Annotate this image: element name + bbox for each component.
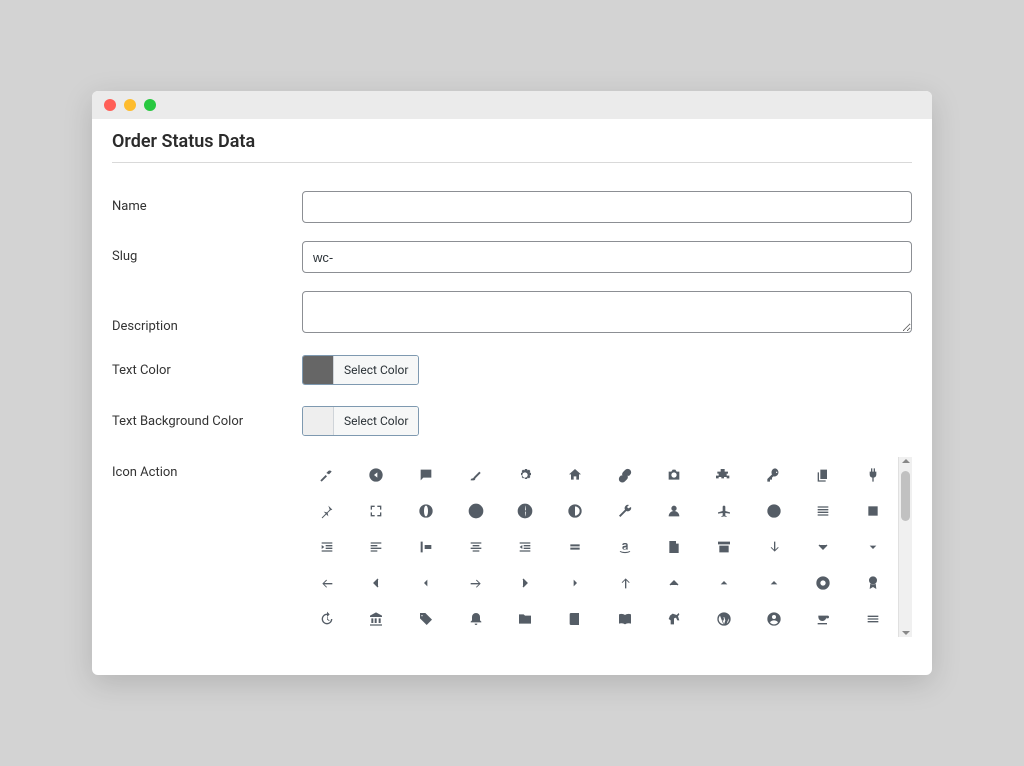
folder-icon[interactable] [501,601,551,637]
globe-icon[interactable] [550,493,600,529]
institution-icon[interactable] [352,601,402,637]
circle-left-icon[interactable] [352,457,402,493]
arrow-down-icon[interactable] [749,529,799,565]
scroll-up-icon[interactable] [902,459,910,463]
history-icon[interactable] [302,601,352,637]
hammer-icon[interactable] [302,457,352,493]
pin-icon[interactable] [302,493,352,529]
equals-icon[interactable] [550,529,600,565]
app-window: Order Status Data Name Slug Description … [92,91,932,675]
copy-icon[interactable] [799,457,849,493]
comment-icon[interactable] [401,457,451,493]
globe-solid-icon[interactable] [401,493,451,529]
outdent-icon[interactable] [501,529,551,565]
user-icon[interactable] [650,493,700,529]
burger-icon[interactable] [848,601,898,637]
text-color-button[interactable]: Select Color [333,356,418,384]
bell-icon[interactable] [451,601,501,637]
page-icon[interactable] [650,529,700,565]
page-title: Order Status Data [112,131,912,163]
row-text-bg-color: Text Background Color Select Color [112,406,912,439]
content-area: Order Status Data Name Slug Description … [92,119,932,675]
arrow-up-icon[interactable] [600,565,650,601]
label-description: Description [112,291,302,334]
name-input[interactable] [302,191,912,223]
row-description: Description [112,291,912,337]
row-slug: Slug [112,241,912,273]
chevron-up-icon[interactable] [650,565,700,601]
row-icon-action: Icon Action [112,457,912,637]
award-icon[interactable] [848,565,898,601]
icon-scrollbar[interactable] [898,457,912,637]
label-text-color: Text Color [112,355,302,378]
camera-icon[interactable] [650,457,700,493]
label-text-bg-color: Text Background Color [112,406,302,429]
icon-grid [302,457,898,637]
scroll-down-icon[interactable] [902,631,910,635]
contrast-icon[interactable] [749,493,799,529]
square-icon[interactable] [848,493,898,529]
book-icon[interactable] [550,601,600,637]
row-text-color: Text Color Select Color [112,355,912,388]
caret-up-alt-icon[interactable] [749,565,799,601]
label-slug: Slug [112,241,302,264]
label-name: Name [112,191,302,214]
key-icon[interactable] [749,457,799,493]
text-color-picker[interactable]: Select Color [302,355,419,385]
align-left-icon[interactable] [352,529,402,565]
label-icon-action: Icon Action [112,457,302,480]
wrench-icon[interactable] [600,493,650,529]
user-circle-icon[interactable] [749,601,799,637]
indent-icon[interactable] [302,529,352,565]
arrow-right-icon[interactable] [451,565,501,601]
book-open-icon[interactable] [600,601,650,637]
text-bg-color-swatch [303,407,333,435]
align-center-icon[interactable] [451,529,501,565]
chevron-down-icon[interactable] [799,529,849,565]
close-window-button[interactable] [104,99,116,111]
coffee-icon[interactable] [799,601,849,637]
amazon-icon[interactable] [600,529,650,565]
sitemap-icon[interactable] [699,457,749,493]
align-start-icon[interactable] [401,529,451,565]
window-titlebar [92,91,932,119]
minimize-window-button[interactable] [124,99,136,111]
caret-right-icon[interactable] [550,565,600,601]
gear-icon[interactable] [501,457,551,493]
home-icon[interactable] [550,457,600,493]
chevron-right-icon[interactable] [501,565,551,601]
icon-picker [302,457,912,637]
horse-icon[interactable] [650,601,700,637]
slug-input[interactable] [302,241,912,273]
description-input[interactable] [302,291,912,333]
chevron-left-icon[interactable] [352,565,402,601]
text-color-swatch [303,356,333,384]
link-icon[interactable] [600,457,650,493]
globe-alt-icon[interactable] [451,493,501,529]
row-name: Name [112,191,912,223]
wordpress-icon[interactable] [699,601,749,637]
tag-icon[interactable] [401,601,451,637]
plug-icon[interactable] [848,457,898,493]
text-bg-color-button[interactable]: Select Color [333,407,418,435]
globe-grid-icon[interactable] [501,493,551,529]
align-justify-icon[interactable] [799,493,849,529]
arrow-left-icon[interactable] [302,565,352,601]
caret-up-icon[interactable] [699,565,749,601]
brush-icon[interactable] [451,457,501,493]
maximize-window-button[interactable] [144,99,156,111]
scrollbar-thumb[interactable] [901,471,910,521]
text-bg-color-picker[interactable]: Select Color [302,406,419,436]
caret-down-icon[interactable] [848,529,898,565]
plane-icon[interactable] [699,493,749,529]
archive-icon[interactable] [699,529,749,565]
expand-icon[interactable] [352,493,402,529]
disc-icon[interactable] [799,565,849,601]
caret-left-icon[interactable] [401,565,451,601]
